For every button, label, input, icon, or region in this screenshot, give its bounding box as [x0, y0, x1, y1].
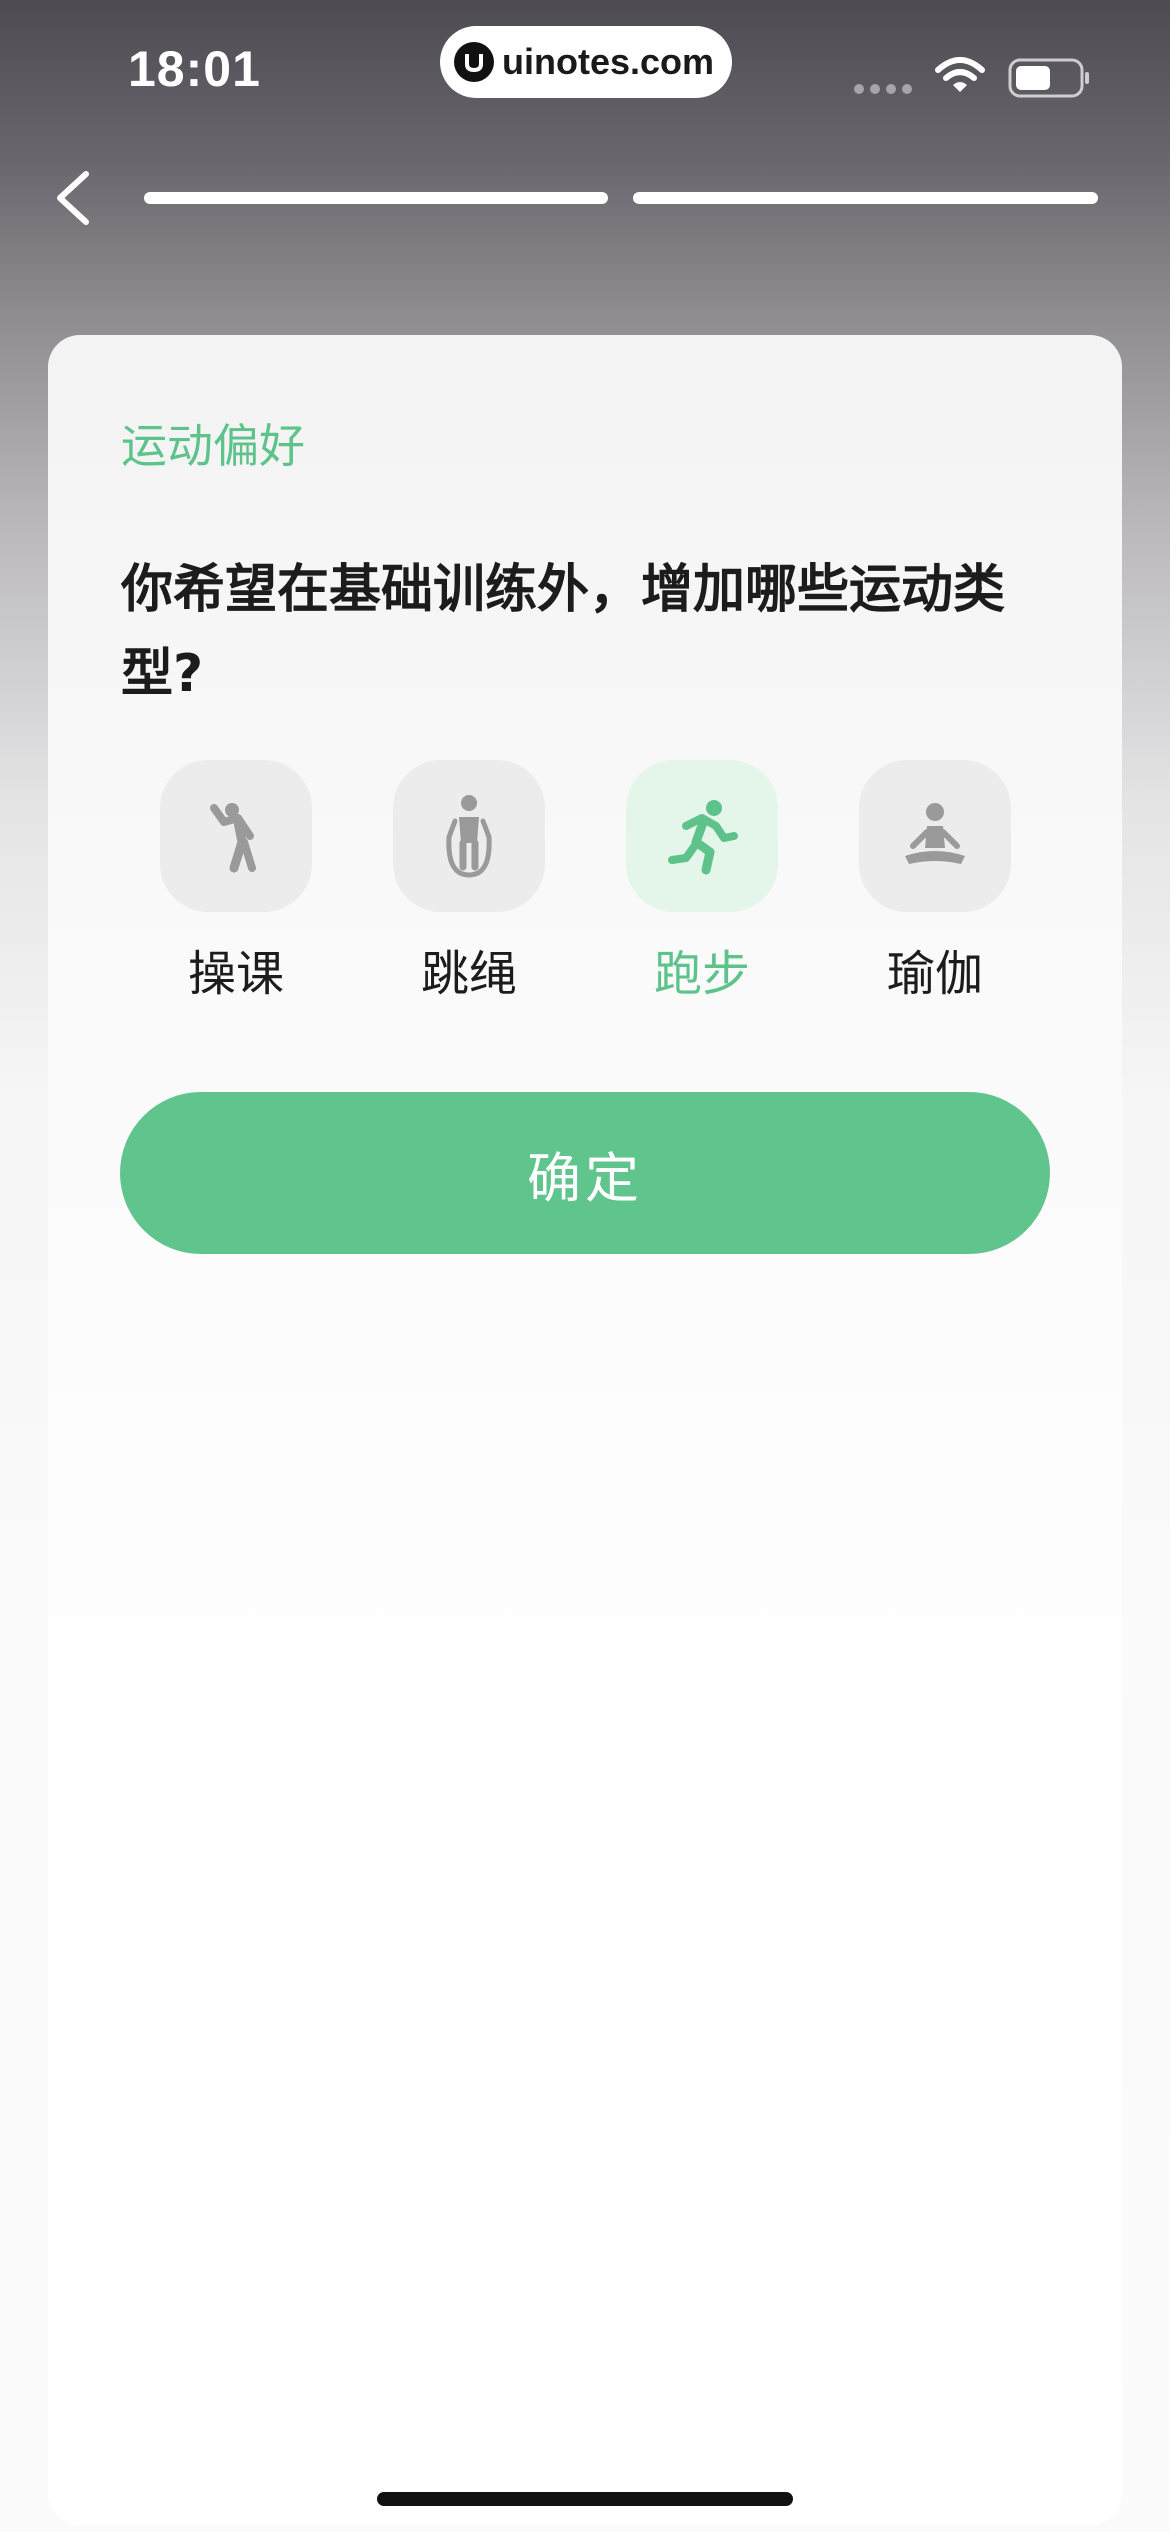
jump-rope-icon [393, 760, 545, 912]
wifi-icon [935, 57, 985, 92]
home-indicator [377, 2492, 793, 2506]
sport-options: 操课 跳绳 跑步 瑜伽 [0, 760, 1170, 1002]
progress-step-1 [144, 192, 608, 204]
option-yoga[interactable]: 瑜伽 [859, 760, 1011, 1004]
signal-icon [854, 84, 912, 94]
status-time: 18:01 [128, 41, 261, 97]
option-label: 跑步 [653, 946, 750, 1002]
option-aerobics[interactable]: 操课 [160, 760, 312, 1004]
yoga-icon [859, 760, 1011, 912]
aerobics-icon [160, 760, 312, 912]
option-jump-rope[interactable]: 跳绳 [393, 760, 545, 1004]
option-label: 瑜伽 [886, 946, 983, 1002]
progress-step-2 [633, 192, 1098, 204]
battery-icon [1008, 58, 1089, 98]
running-icon [626, 760, 778, 912]
site-text: uinotes.com [502, 41, 715, 82]
section-label: 运动偏好 [121, 419, 305, 473]
option-label: 跳绳 [420, 946, 517, 1002]
question-title: 你希望在基础训练外，增加哪些运动类型? [121, 560, 1006, 704]
site-pill: uinotes.com [440, 26, 732, 98]
site-logo-icon [454, 42, 494, 82]
chevron-left-icon[interactable] [50, 168, 96, 228]
option-label: 操课 [187, 946, 284, 1002]
option-running[interactable]: 跑步 [626, 760, 778, 1004]
confirm-button[interactable]: 确定 [120, 1092, 1050, 1254]
